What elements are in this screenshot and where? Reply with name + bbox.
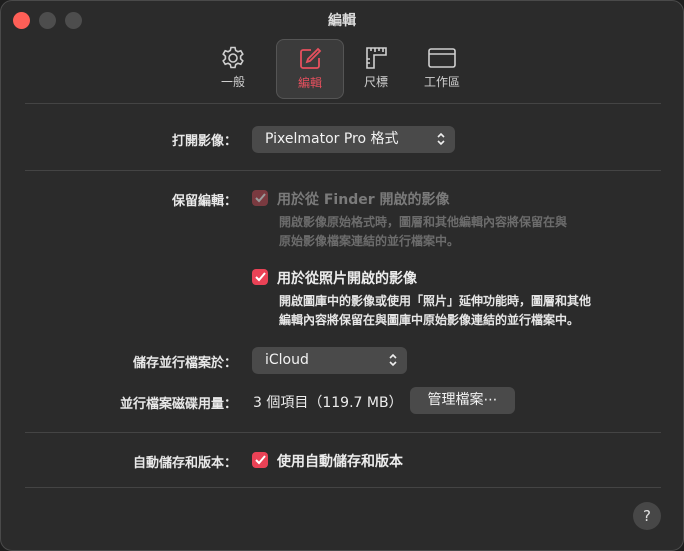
window-title: 編輯 [328, 13, 356, 29]
tab-general[interactable]: 一般 [200, 39, 266, 97]
open-image-label: 打開影像： [171, 134, 237, 149]
keep-edits-photos-row: 用於從照片開啟的影像 [252, 268, 417, 288]
open-image-value: Pixelmator Pro 格式 [265, 131, 399, 147]
autosave-checkbox[interactable] [252, 452, 268, 468]
toolbar-tabs: 一般 編輯 尺標 工作區 [1, 39, 683, 99]
checkmark-icon [254, 193, 266, 203]
keep-edits-finder-row: 用於從 Finder 開啟的影像 [252, 189, 450, 209]
sidecar-usage-value: 3 個項目（119.7 MB） [253, 395, 403, 411]
section-divider [25, 170, 661, 171]
manage-files-button[interactable]: 管理檔案⋯ [410, 387, 515, 414]
chevron-updown-icon [437, 132, 445, 146]
tab-edit-label: 編輯 [297, 76, 322, 90]
keep-edits-finder-label: 用於從 Finder 開啟的影像 [277, 192, 450, 208]
gear-icon [222, 46, 244, 69]
section-divider [25, 487, 661, 488]
sidecar-usage-label: 並行檔案磁碟用量： [119, 397, 237, 412]
preferences-window: 編輯 一般 編輯 尺標 工作區 打開影像： Pixelmator Pro 格式 … [0, 0, 684, 551]
edit-square-icon [300, 47, 322, 69]
keep-edits-photos-description: 開啟圖庫中的影像或使用「照片」延伸功能時，圖層和其他 編輯內容將保留在與圖庫中原… [279, 294, 592, 327]
tab-workspace[interactable]: 工作區 [409, 39, 475, 97]
checkmark-icon [254, 455, 266, 465]
sidecar-location-value: iCloud [265, 352, 309, 368]
section-divider [25, 432, 661, 433]
tab-edit[interactable]: 編輯 [276, 39, 344, 99]
keep-edits-label: 保留編輯： [171, 194, 237, 209]
sidecar-location-select[interactable]: iCloud [252, 347, 407, 374]
toolbar-divider [25, 103, 661, 104]
autosave-label: 自動儲存和版本： [132, 456, 237, 471]
tab-rulers-label: 尺標 [363, 75, 388, 89]
window-icon [428, 48, 456, 68]
keep-edits-photos-label: 用於從照片開啟的影像 [277, 271, 417, 287]
tab-rulers[interactable]: 尺標 [343, 39, 409, 97]
ruler-icon [366, 47, 387, 69]
autosave-checkbox-label: 使用自動儲存和版本 [277, 454, 403, 470]
open-image-select[interactable]: Pixelmator Pro 格式 [252, 126, 455, 153]
keep-edits-photos-checkbox[interactable] [252, 269, 268, 285]
tab-workspace-label: 工作區 [423, 75, 460, 89]
help-button[interactable]: ? [633, 502, 661, 530]
chevron-updown-icon [389, 353, 397, 367]
keep-edits-finder-description: 開啟影像原始格式時，圖層和其他編輯內容將保留在與 原始影像檔案連結的並行檔案中。 [279, 215, 568, 248]
tab-general-label: 一般 [220, 75, 245, 89]
keep-edits-finder-checkbox[interactable] [252, 190, 268, 206]
checkmark-icon [254, 272, 266, 282]
sidecar-location-label: 儲存並行檔案於： [132, 356, 237, 371]
autosave-row: 使用自動儲存和版本 [252, 451, 403, 471]
